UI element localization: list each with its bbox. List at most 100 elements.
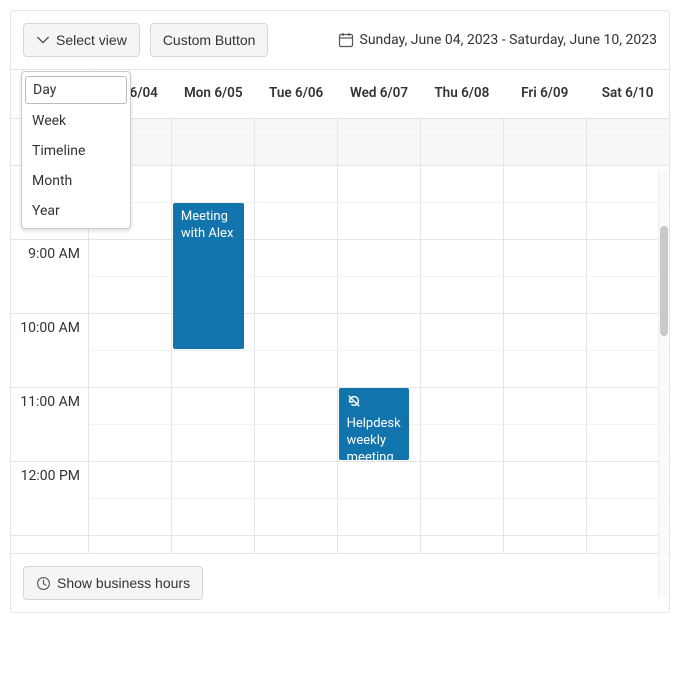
calendar-event[interactable]: Helpdesk weekly meeting — [339, 388, 410, 460]
time-slot[interactable] — [504, 277, 586, 314]
time-slot[interactable] — [172, 129, 254, 166]
time-slot[interactable] — [255, 314, 337, 351]
select-view-button[interactable]: Select view — [23, 23, 140, 57]
time-slot[interactable] — [421, 388, 503, 425]
time-slot[interactable] — [587, 388, 669, 425]
time-slot[interactable] — [89, 388, 171, 425]
time-slot[interactable] — [255, 277, 337, 314]
time-slot[interactable] — [421, 119, 503, 129]
time-slot[interactable] — [587, 499, 669, 536]
time-slot[interactable] — [255, 499, 337, 536]
day-column[interactable] — [255, 119, 338, 553]
day-header-mon[interactable]: Mon 6/05 — [172, 70, 255, 118]
view-option-week[interactable]: Week — [22, 106, 130, 136]
day-column[interactable] — [338, 119, 421, 553]
time-slot[interactable] — [587, 240, 669, 277]
time-slot[interactable] — [89, 425, 171, 462]
time-slot[interactable] — [172, 388, 254, 425]
time-label: 10:00 AM — [20, 320, 80, 336]
time-slot[interactable] — [338, 277, 420, 314]
time-slot[interactable] — [587, 277, 669, 314]
time-slot[interactable] — [172, 499, 254, 536]
time-slot[interactable] — [421, 351, 503, 388]
chevron-down-icon — [36, 33, 50, 47]
time-slot[interactable] — [89, 499, 171, 536]
time-slot[interactable] — [172, 425, 254, 462]
day-header-fri[interactable]: Fri 6/09 — [503, 70, 586, 118]
time-slot[interactable] — [421, 314, 503, 351]
time-slot[interactable] — [587, 314, 669, 351]
time-slot[interactable] — [255, 388, 337, 425]
time-slot[interactable] — [338, 314, 420, 351]
custom-button[interactable]: Custom Button — [150, 23, 269, 57]
day-header-sat[interactable]: Sat 6/10 — [586, 70, 669, 118]
time-slot[interactable] — [255, 425, 337, 462]
calendar-event[interactable]: Meeting with Alex — [173, 203, 244, 349]
time-slot[interactable] — [504, 351, 586, 388]
time-slot[interactable] — [172, 119, 254, 129]
time-slot[interactable] — [255, 240, 337, 277]
time-slot[interactable] — [504, 166, 586, 203]
time-slot[interactable] — [421, 203, 503, 240]
time-slot[interactable] — [172, 462, 254, 499]
time-slot[interactable] — [338, 351, 420, 388]
time-slot[interactable] — [89, 351, 171, 388]
time-slot[interactable] — [172, 351, 254, 388]
time-slot[interactable] — [504, 119, 586, 129]
day-column[interactable] — [504, 119, 587, 553]
time-slot[interactable] — [504, 388, 586, 425]
time-slot[interactable] — [421, 277, 503, 314]
time-slot[interactable] — [504, 240, 586, 277]
time-slot[interactable] — [504, 499, 586, 536]
time-slot[interactable] — [587, 462, 669, 499]
time-slot[interactable] — [587, 129, 669, 166]
time-slot[interactable] — [255, 166, 337, 203]
time-slot[interactable] — [587, 166, 669, 203]
time-slot[interactable] — [255, 119, 337, 129]
time-slot[interactable] — [89, 277, 171, 314]
day-column[interactable] — [587, 119, 669, 553]
time-slot[interactable] — [172, 166, 254, 203]
time-slot[interactable] — [587, 351, 669, 388]
view-dropdown[interactable]: Day Week Timeline Month Year — [21, 71, 131, 229]
scrollbar-thumb[interactable] — [660, 226, 668, 336]
day-header-thu[interactable]: Thu 6/08 — [420, 70, 503, 118]
view-option-year[interactable]: Year — [22, 196, 130, 226]
time-slot[interactable] — [504, 462, 586, 499]
time-slot[interactable] — [421, 462, 503, 499]
time-slot[interactable] — [338, 203, 420, 240]
time-slot[interactable] — [338, 240, 420, 277]
time-slot[interactable] — [504, 425, 586, 462]
time-slot[interactable] — [338, 119, 420, 129]
time-slot[interactable] — [587, 425, 669, 462]
time-slot[interactable] — [587, 203, 669, 240]
time-slot[interactable] — [504, 129, 586, 166]
time-slot[interactable] — [338, 499, 420, 536]
time-slot[interactable] — [504, 203, 586, 240]
time-slot[interactable] — [504, 314, 586, 351]
time-slot[interactable] — [89, 314, 171, 351]
time-slot[interactable] — [255, 129, 337, 166]
time-slot[interactable] — [89, 240, 171, 277]
time-slot[interactable] — [421, 166, 503, 203]
time-slot[interactable] — [255, 462, 337, 499]
day-header-tue[interactable]: Tue 6/06 — [255, 70, 338, 118]
time-slot[interactable] — [421, 129, 503, 166]
view-option-timeline[interactable]: Timeline — [22, 136, 130, 166]
day-header-wed[interactable]: Wed 6/07 — [338, 70, 421, 118]
time-slot[interactable] — [255, 351, 337, 388]
time-slot[interactable] — [255, 203, 337, 240]
business-hours-button[interactable]: Show business hours — [23, 566, 203, 600]
time-slot[interactable] — [421, 425, 503, 462]
time-slot[interactable] — [89, 462, 171, 499]
time-slot[interactable] — [338, 166, 420, 203]
scheduler: Select view Custom Button Sunday, June 0… — [10, 10, 670, 613]
time-slot[interactable] — [587, 119, 669, 129]
day-column[interactable] — [421, 119, 504, 553]
time-slot[interactable] — [421, 240, 503, 277]
time-slot[interactable] — [421, 499, 503, 536]
view-option-month[interactable]: Month — [22, 166, 130, 196]
time-slot[interactable] — [338, 462, 420, 499]
view-option-day[interactable]: Day — [25, 76, 127, 104]
time-slot[interactable] — [338, 129, 420, 166]
